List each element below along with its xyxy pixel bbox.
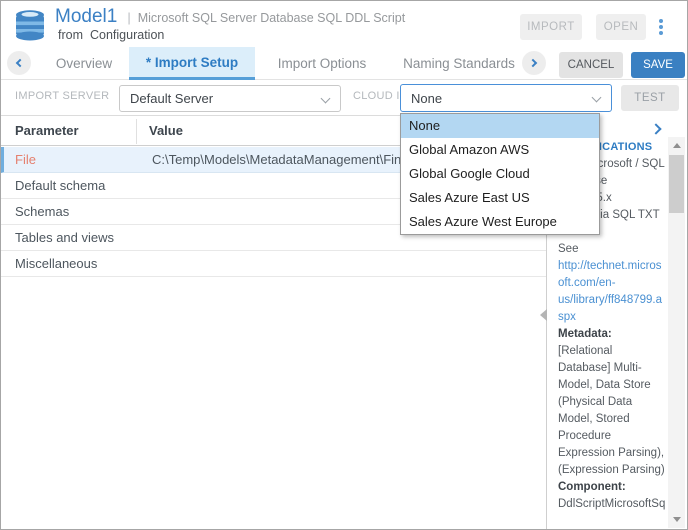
chevron-down-icon — [321, 94, 331, 104]
chevron-left-icon — [16, 59, 24, 67]
panel-expand-button[interactable] — [647, 119, 667, 139]
model-title: Model1 — [55, 6, 117, 27]
row-parameter: Schemas — [15, 204, 69, 219]
spec-link[interactable]: spx — [558, 309, 668, 326]
spec-link[interactable]: us/library/ff848799.a — [558, 292, 668, 309]
row-parameter: Miscellaneous — [15, 256, 97, 271]
database-icon — [13, 8, 47, 42]
spec-link[interactable]: http://technet.micros — [558, 258, 668, 275]
kebab-menu-icon[interactable] — [652, 14, 670, 40]
import-button[interactable]: IMPORT — [520, 14, 582, 40]
dropdown-option-global-google-cloud[interactable]: Global Google Cloud — [401, 162, 599, 186]
panel-collapse-arrow-icon[interactable] — [540, 309, 547, 321]
tab-overview[interactable]: Overview — [39, 47, 129, 80]
import-server-label: IMPORT SERVER — [15, 90, 109, 102]
spec-line: Expression Parsing), — [558, 445, 668, 462]
spec-line: Model, Stored — [558, 411, 668, 428]
spec-link[interactable]: oft.com/en- — [558, 275, 668, 292]
model-origin: from Configuration — [58, 28, 164, 42]
column-header-value: Value — [149, 116, 183, 145]
import-server-select[interactable]: Default Server — [119, 85, 341, 112]
tabs-scroll-left-button[interactable] — [7, 51, 31, 75]
dropdown-option-global-amazon-aws[interactable]: Global Amazon AWS — [401, 138, 599, 162]
dropdown-option-none[interactable]: None — [401, 114, 599, 138]
header: Model1 | Microsoft SQL Server Database SQL… — [1, 1, 687, 47]
dropdown-option-sales-azure-east-us[interactable]: Sales Azure East US — [401, 186, 599, 210]
from-label: from — [58, 28, 83, 42]
scroll-down-icon[interactable] — [668, 511, 685, 528]
row-parameter: Default schema — [15, 178, 105, 193]
spec-line: See — [558, 241, 668, 258]
row-parameter: File — [15, 152, 36, 167]
scrollbar-thumb[interactable] — [669, 155, 684, 213]
spec-line: (Expression Parsing) — [558, 462, 668, 479]
cloud-identity-dropdown-list: None Global Amazon AWS Global Google Clo… — [400, 113, 600, 235]
spec-line: Model, Data Store — [558, 377, 668, 394]
spec-line: (Physical Data — [558, 394, 668, 411]
spec-line: Procedure — [558, 428, 668, 445]
panel-scrollbar[interactable] — [668, 137, 685, 528]
chevron-right-icon — [529, 59, 537, 67]
title-separator: | — [127, 10, 130, 25]
spec-line: [Relational — [558, 343, 668, 360]
tab-bar: Overview * Import Setup Import Options N… — [1, 47, 687, 80]
cloud-identity-value: None — [411, 91, 442, 106]
column-header-parameter: Parameter — [15, 116, 79, 145]
scroll-up-icon[interactable] — [668, 137, 685, 154]
app-window: Model1 | Microsoft SQL Server Database SQL… — [0, 0, 688, 530]
tab-import-setup[interactable]: * Import Setup — [129, 47, 255, 80]
column-divider — [136, 119, 137, 144]
tab-import-options[interactable]: Import Options — [269, 47, 375, 80]
import-server-value: Default Server — [130, 91, 213, 106]
spec-label-metadata: Metadata: — [558, 326, 668, 343]
test-button[interactable]: TEST — [621, 85, 679, 111]
chevron-right-icon — [650, 123, 661, 134]
chevron-down-icon — [592, 93, 602, 103]
save-button[interactable]: SAVE — [631, 52, 685, 78]
model-subtitle: Microsoft SQL Server Database SQL DDL Sc… — [138, 11, 405, 25]
from-value: Configuration — [90, 28, 164, 42]
row-parameter: Tables and views — [15, 230, 114, 245]
open-button[interactable]: OPEN — [596, 14, 646, 40]
tab-naming-standards[interactable]: Naming Standards — [399, 47, 519, 80]
dropdown-option-sales-azure-west-europe[interactable]: Sales Azure West Europe — [401, 210, 599, 234]
import-toolbar: IMPORT SERVER Default Server CLOUD IDENT… — [1, 80, 687, 114]
spec-label-component: Component: — [558, 479, 668, 496]
cancel-button[interactable]: CANCEL — [559, 52, 623, 78]
spec-line: Database] Multi- — [558, 360, 668, 377]
cloud-identity-select[interactable]: None — [400, 84, 612, 112]
tabs-scroll-right-button[interactable] — [522, 51, 546, 75]
table-row-miscellaneous[interactable]: Miscellaneous — [1, 251, 546, 277]
spec-line: DdlScriptMicrosoftSq — [558, 496, 668, 513]
